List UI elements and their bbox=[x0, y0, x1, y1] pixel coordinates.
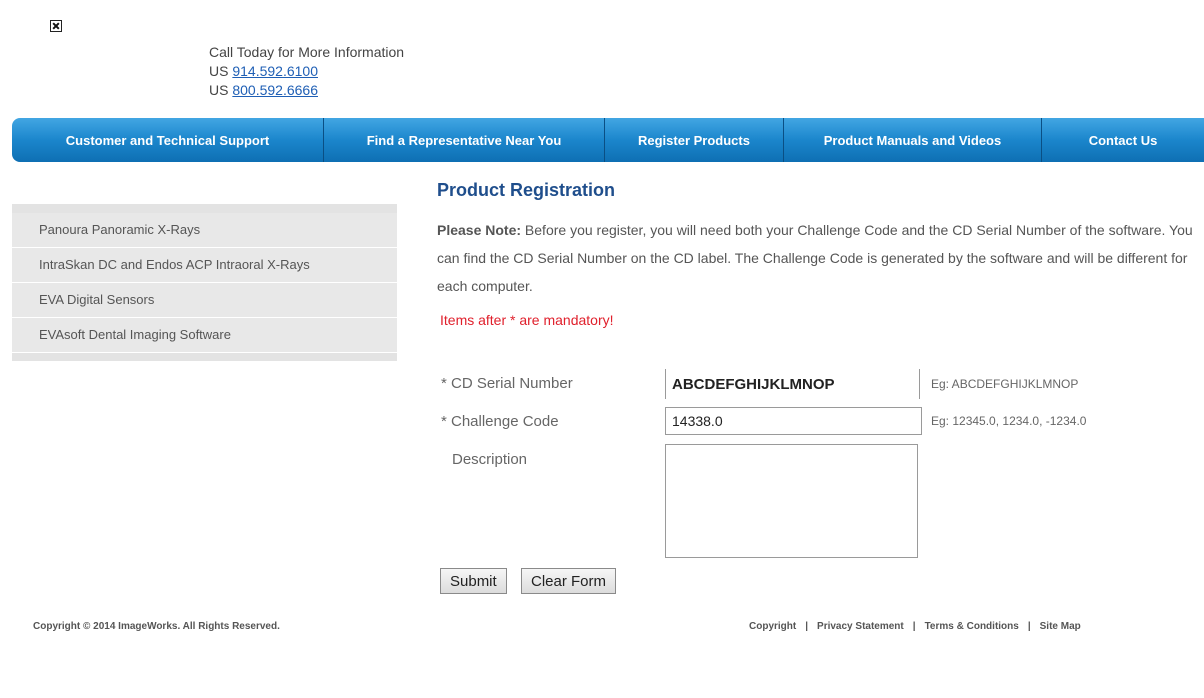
nav-find-representative[interactable]: Find a Representative Near You bbox=[324, 118, 605, 162]
phone-line-1: US 914.592.6100 bbox=[209, 63, 318, 79]
serial-number-input[interactable] bbox=[665, 369, 920, 399]
challenge-code-input[interactable] bbox=[665, 407, 922, 435]
footer-separator: | bbox=[805, 621, 809, 632]
nav-register-products[interactable]: Register Products bbox=[605, 118, 784, 162]
note-label: Please Note: bbox=[437, 222, 522, 238]
challenge-label: * Challenge Code bbox=[441, 413, 559, 430]
phone-line-2: US 800.592.6666 bbox=[209, 82, 318, 98]
footer-link-sitemap[interactable]: Site Map bbox=[1040, 621, 1081, 632]
footer-link-copyright[interactable]: Copyright bbox=[749, 621, 796, 632]
contact-info: Call Today for More Information US 914.5… bbox=[209, 43, 404, 100]
sidebar-item-panoura[interactable]: Panoura Panoramic X-Rays bbox=[12, 213, 397, 248]
close-icon[interactable] bbox=[50, 20, 62, 32]
mandatory-notice: Items after * are mandatory! bbox=[440, 312, 614, 328]
phone-link-1[interactable]: 914.592.6100 bbox=[232, 63, 318, 79]
sidebar-item-eva-sensors[interactable]: EVA Digital Sensors bbox=[12, 283, 397, 318]
serial-label: * CD Serial Number bbox=[441, 375, 573, 392]
submit-button[interactable]: Submit bbox=[440, 568, 507, 594]
footer-links: Copyright | Privacy Statement | Terms & Cond… bbox=[749, 621, 1081, 632]
sidebar-item-evasoft[interactable]: EVAsoft Dental Imaging Software bbox=[12, 318, 397, 353]
note-text: Before you register, you will need both … bbox=[437, 222, 1193, 294]
footer-separator: | bbox=[1027, 621, 1031, 632]
footer-link-privacy[interactable]: Privacy Statement bbox=[817, 621, 904, 632]
registration-note: Please Note: Before you register, you wi… bbox=[437, 216, 1204, 300]
serial-hint: Eg: ABCDEFGHIJKLMNOP bbox=[931, 377, 1079, 391]
sidebar-item-intraskan[interactable]: IntraSkan DC and Endos ACP Intraoral X-R… bbox=[12, 248, 397, 283]
footer-copyright: Copyright © 2014 ImageWorks. All Rights … bbox=[33, 621, 280, 632]
call-text: Call Today for More Information bbox=[209, 44, 405, 60]
challenge-hint: Eg: 12345.0, 1234.0, -1234.0 bbox=[931, 414, 1087, 428]
footer-link-terms[interactable]: Terms & Conditions bbox=[925, 621, 1019, 632]
page-title: Product Registration bbox=[437, 180, 616, 200]
description-label: Description bbox=[452, 451, 528, 468]
phone-link-2[interactable]: 800.592.6666 bbox=[232, 82, 318, 98]
clear-form-button[interactable]: Clear Form bbox=[521, 568, 617, 594]
main-nav: Customer and Technical Support Find a Re… bbox=[12, 118, 1204, 162]
nav-customer-support[interactable]: Customer and Technical Support bbox=[12, 118, 324, 162]
sidebar: Panoura Panoramic X-Rays IntraSkan DC an… bbox=[12, 204, 397, 361]
footer-separator: | bbox=[912, 621, 916, 632]
description-textarea[interactable] bbox=[665, 444, 918, 558]
nav-contact-us[interactable]: Contact Us bbox=[1042, 118, 1204, 162]
nav-product-manuals[interactable]: Product Manuals and Videos bbox=[784, 118, 1042, 162]
